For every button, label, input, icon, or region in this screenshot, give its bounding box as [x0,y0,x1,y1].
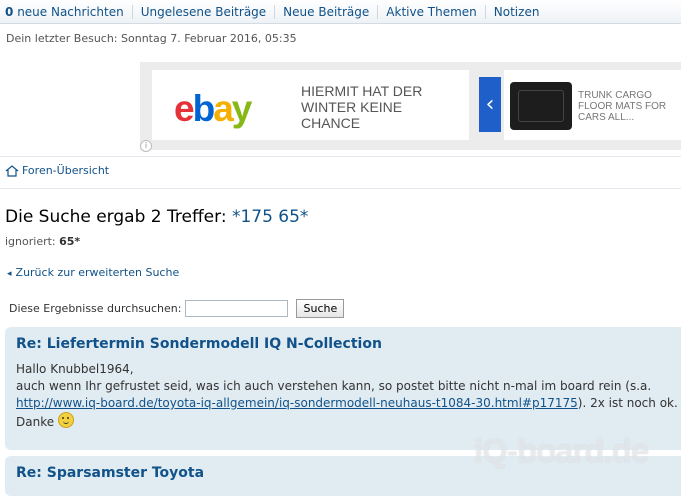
divider [0,156,681,157]
post-title-link[interactable]: Re: Sparsamster Toyota [16,465,204,481]
ad-product-text: TRUNK CARGO FLOOR MATS FOR CARS ALL... [578,90,667,123]
nav-active-topics[interactable]: Aktive Themen [378,4,486,19]
nav-new-messages[interactable]: 0 neue Nachrichten [0,4,133,19]
ignored-value: 65* [59,235,81,248]
nav-new-posts[interactable]: Neue Beiträge [275,4,379,19]
search-within-results-form: Diese Ergebnisse durchsuchen: Suche [9,299,345,318]
ad-panel-ebay[interactable]: ebay HIERMIT HAT DER WINTER KEINE CHANCE [152,70,469,140]
search-button[interactable]: Suche [296,299,345,318]
floor-mat-image [510,82,572,130]
post-body: Hallo Knubbel1964, auch wenn Ihr gefrust… [16,361,680,431]
back-to-advanced-search-link[interactable]: ◂ Zurück zur erweiterten Suche [7,266,179,279]
search-result-post: Re: Sparsamster Toyota [5,456,681,496]
nav-unread-posts[interactable]: Ungelesene Beiträge [133,4,276,19]
post-line: http://www.iq-board.de/toyota-iq-allgeme… [16,395,680,412]
post-line: Danke [16,412,680,431]
post-line: auch wenn Ihr gefrustet seid, was ich au… [16,379,652,393]
new-messages-count: 0 [5,4,14,19]
post-link[interactable]: http://www.iq-board.de/toyota-iq-allgeme… [16,396,578,410]
ignored-label: ignoriert: [5,235,60,248]
advertisement-banner[interactable]: ebay HIERMIT HAT DER WINTER KEINE CHANCE… [140,62,681,152]
divider [0,188,681,189]
back-label: Zurück zur erweiterten Suche [15,266,180,279]
breadcrumb-home[interactable]: Foren-Übersicht [5,164,109,177]
last-visit-text: Dein letzter Besuch: Sonntag 7. Februar … [6,32,297,45]
nav-notes[interactable]: Notizen [486,5,548,19]
search-filter-input[interactable] [185,300,289,317]
page-title: Die Suche ergab 2 Treffer: *175 65* [5,207,308,227]
top-navigation-bar: 0 neue Nachrichten Ungelesene Beiträge N… [0,0,681,24]
chevron-left-icon: ◂ [7,269,12,279]
search-term-link[interactable]: *175 65* [232,207,308,227]
search-title-prefix: Die Suche ergab 2 Treffer: [5,207,232,227]
ad-panel-product[interactable]: TRUNK CARGO FLOOR MATS FOR CARS ALL... [504,70,681,140]
search-result-post: Re: Liefertermin Sondermodell IQ N-Colle… [5,327,681,450]
ignored-terms: ignoriert: 65* [5,235,80,248]
ad-info-icon[interactable]: i [140,140,152,152]
breadcrumb-label: Foren-Übersicht [22,164,110,177]
wink-smiley-icon [57,412,74,428]
new-messages-label: neue Nachrichten [17,4,124,19]
post-thanks: Danke [16,415,55,429]
home-icon [5,164,19,177]
ad-prev-arrow-button[interactable]: ‹ [479,77,501,132]
ad-headline: HIERMIT HAT DER WINTER KEINE CHANCE [301,83,423,131]
search-filter-label: Diese Ergebnisse durchsuchen: [9,302,182,315]
ebay-logo: ebay [174,88,252,129]
post-title-link[interactable]: Re: Liefertermin Sondermodell IQ N-Colle… [16,336,382,352]
post-line-tail: ). 2x ist noch ok. [577,396,678,410]
post-line: Hallo Knubbel1964, [16,362,134,376]
